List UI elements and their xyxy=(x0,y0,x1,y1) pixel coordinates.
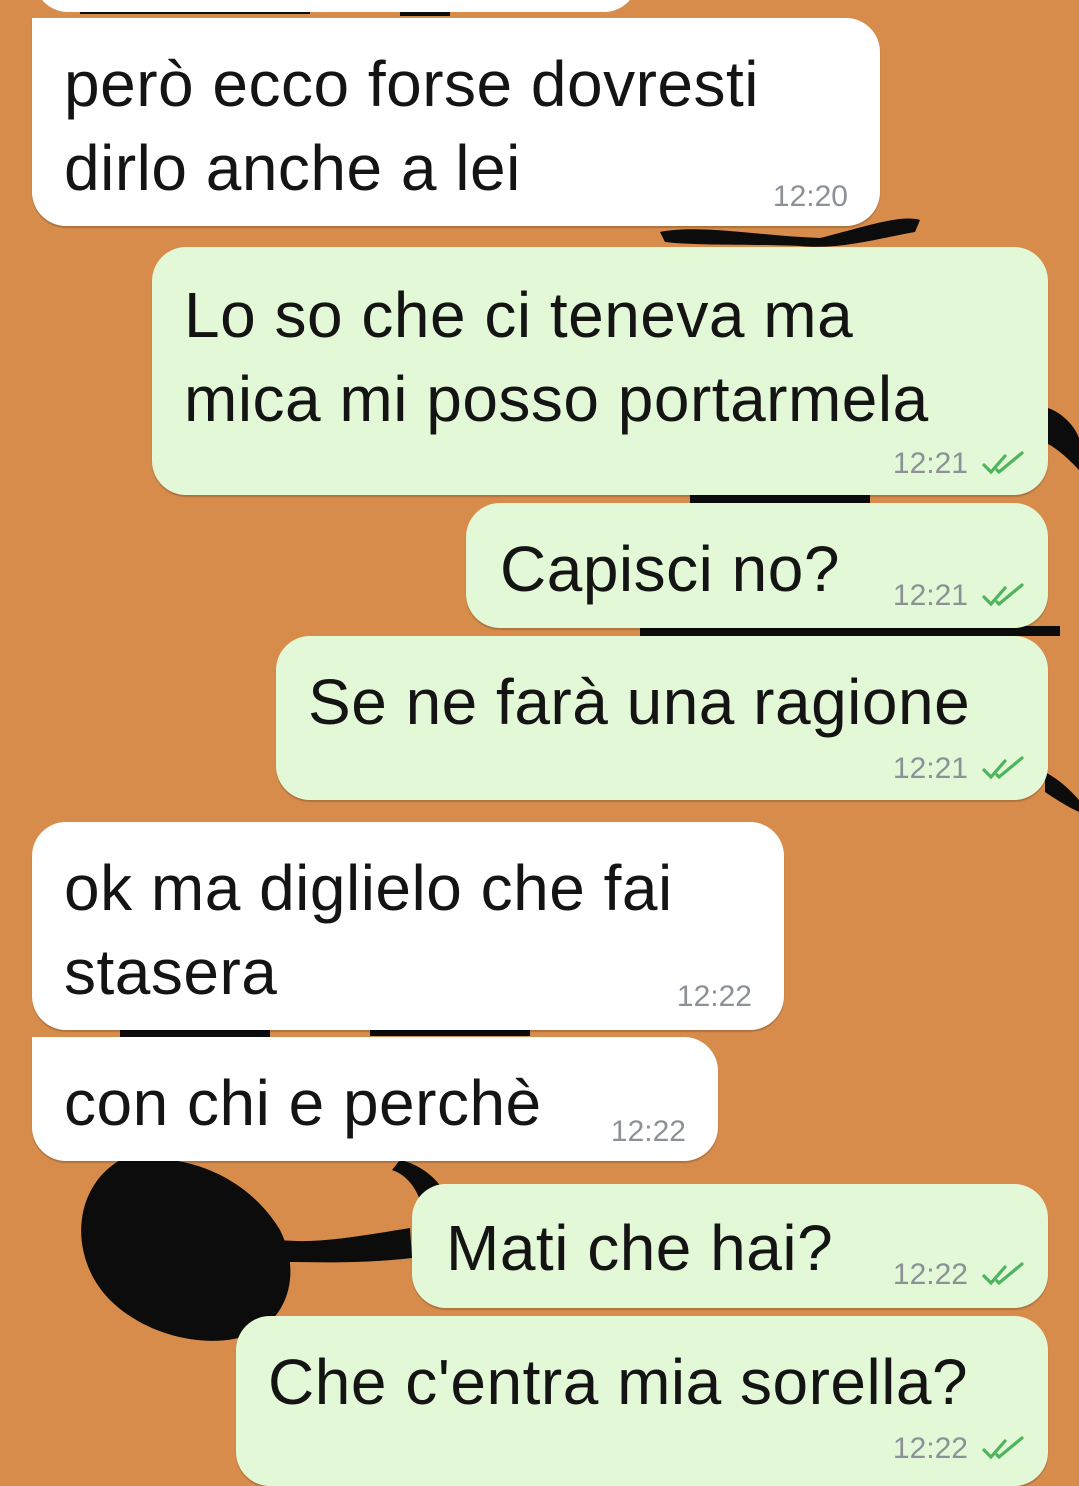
message-timestamp: 12:21 xyxy=(892,579,968,612)
read-double-check-icon xyxy=(982,1262,1024,1286)
message-timestamp: 12:22 xyxy=(892,1432,968,1465)
message-timestamp: 12:22 xyxy=(892,1258,968,1291)
message-text: con chi e perchè xyxy=(64,1067,542,1139)
message-text: però ecco forse dovresti dirlo anche a l… xyxy=(64,48,759,204)
message-text: Lo so che ci teneva ma mica mi posso por… xyxy=(184,279,929,435)
message-text: Che c'entra mia sorella? xyxy=(268,1346,969,1418)
read-double-check-icon xyxy=(982,1436,1024,1460)
outgoing-message-bubble[interactable]: Mati che hai? 12:22 xyxy=(412,1184,1048,1308)
message-text: Mati che hai? xyxy=(446,1212,834,1284)
message-timestamp: 12:20 xyxy=(772,180,848,213)
message-timestamp: 12:22 xyxy=(676,980,752,1013)
message-text: Capisci no? xyxy=(500,533,840,605)
incoming-message-bubble[interactable]: con chi e perchè 12:22 xyxy=(32,1037,718,1161)
outgoing-message-bubble[interactable]: Capisci no? 12:21 xyxy=(466,503,1048,628)
outgoing-message-bubble[interactable]: Se ne farà una ragione 12:21 xyxy=(276,636,1048,800)
outgoing-message-bubble[interactable]: Lo so che ci teneva ma mica mi posso por… xyxy=(152,247,1048,495)
message-timestamp: 12:22 xyxy=(610,1115,686,1148)
message-timestamp: 12:21 xyxy=(892,447,968,480)
message-text: Se ne farà una ragione xyxy=(308,666,971,738)
read-double-check-icon xyxy=(982,583,1024,607)
read-double-check-icon xyxy=(982,451,1024,475)
message-text: ok ma diglielo che fai stasera xyxy=(64,852,673,1008)
outgoing-message-bubble[interactable]: Che c'entra mia sorella? 12:22 xyxy=(236,1316,1048,1486)
message-timestamp: 12:21 xyxy=(892,752,968,785)
read-double-check-icon xyxy=(982,756,1024,780)
previous-message-bubble[interactable] xyxy=(34,0,638,12)
incoming-message-bubble[interactable]: ok ma diglielo che fai stasera 12:22 xyxy=(32,822,784,1030)
incoming-message-bubble[interactable]: però ecco forse dovresti dirlo anche a l… xyxy=(32,18,880,226)
